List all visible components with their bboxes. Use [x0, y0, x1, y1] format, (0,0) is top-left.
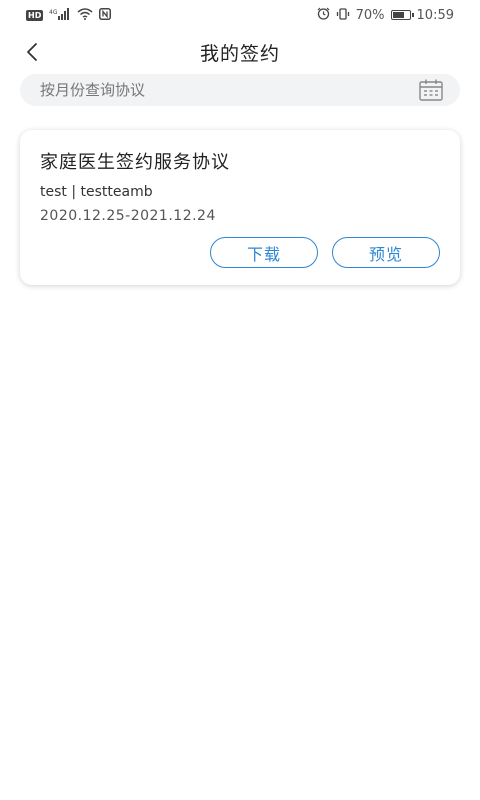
agreement-card[interactable]: 家庭医生签约服务协议 test | testteamb 2020.12.25-2…	[20, 130, 460, 285]
agreement-team: test | testteamb	[40, 184, 153, 200]
page-title: 我的签约	[199, 42, 280, 65]
nfc-icon	[99, 7, 112, 23]
agreement-period: 2020.12.25-2021.12.24	[40, 208, 216, 224]
battery-icon	[390, 10, 414, 20]
network-type-label: 4G	[49, 9, 58, 16]
month-search-box[interactable]	[20, 74, 460, 106]
agreement-title: 家庭医生签约服务协议	[40, 152, 230, 173]
calendar-icon[interactable]	[418, 77, 444, 103]
status-time: 10:59	[416, 7, 454, 23]
agreement-actions: 下载 预览	[210, 237, 440, 268]
battery-fill	[392, 12, 404, 18]
month-search-input[interactable]	[40, 81, 418, 99]
hd-icon: HD	[26, 9, 44, 21]
status-right: 70% 10:59	[317, 7, 454, 23]
download-button[interactable]: 下载	[210, 237, 318, 268]
status-bar: HD 4G 70% 10:59	[0, 0, 480, 30]
status-left: HD 4G	[26, 7, 112, 23]
wifi-icon	[77, 7, 93, 23]
preview-button[interactable]: 预览	[332, 237, 440, 268]
alarm-icon	[317, 7, 330, 23]
battery-percent: 70%	[355, 7, 385, 23]
nav-bar: 我的签约	[0, 30, 480, 74]
battery-tip	[411, 13, 414, 17]
signal-icon: 4G	[49, 7, 71, 23]
vibrate-icon	[336, 7, 350, 23]
chevron-left-icon[interactable]	[18, 38, 46, 66]
